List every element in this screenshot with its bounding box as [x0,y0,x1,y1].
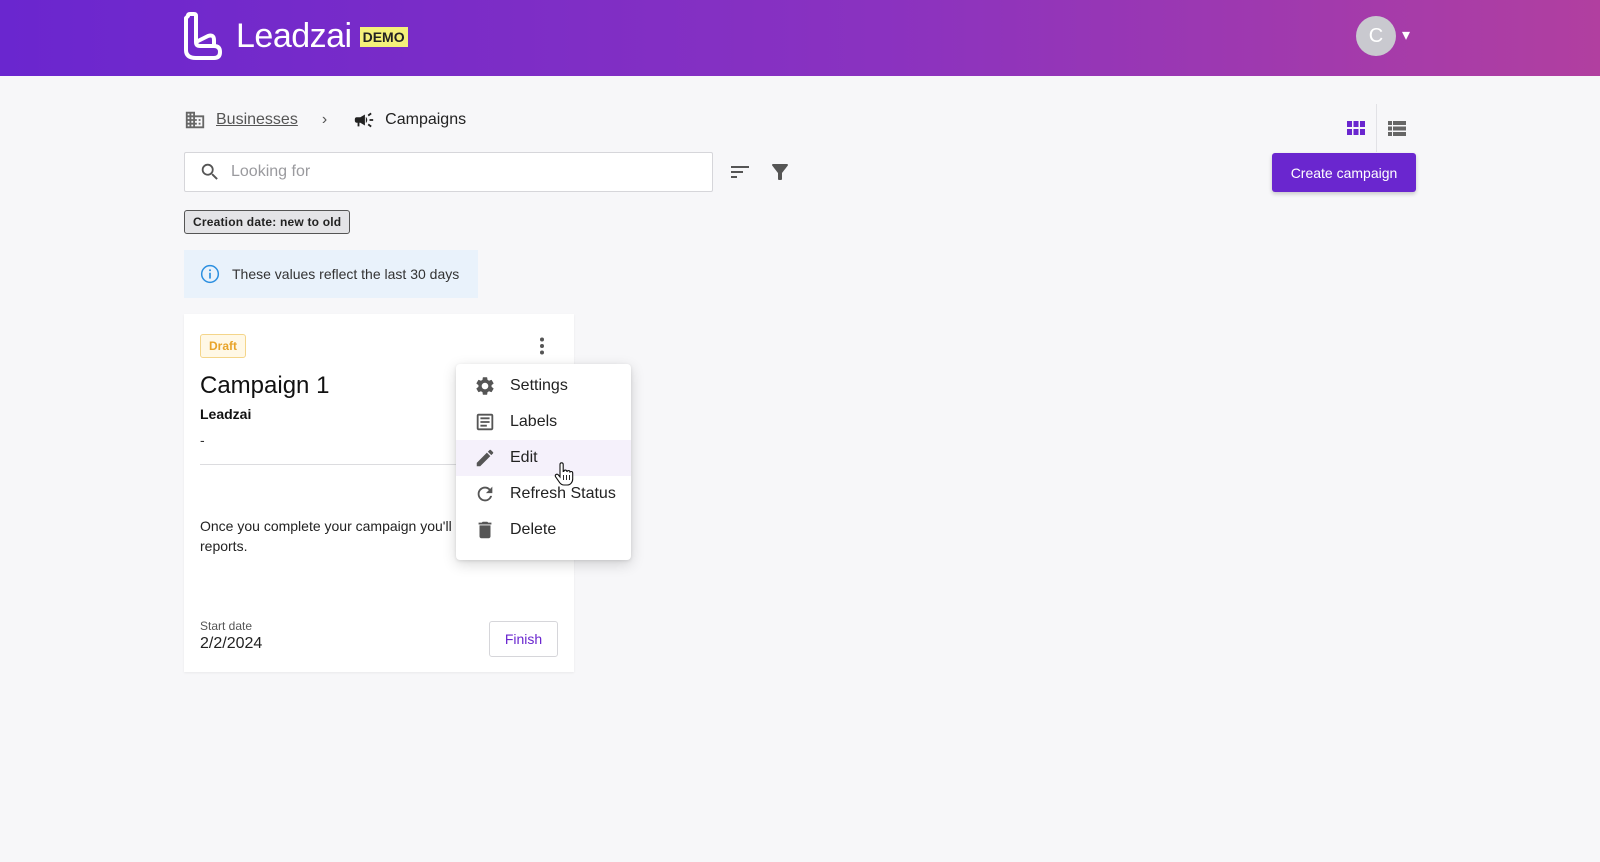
campaign-business: Leadzai [200,406,252,422]
sort-icon [731,166,749,178]
campaign-options-menu: Settings Labels Edit Refresh Status Dele… [456,364,631,560]
sort-button[interactable] [728,160,752,184]
filter-button[interactable] [768,160,792,184]
info-icon [200,264,220,284]
avatar-caret-icon[interactable]: ▾ [1402,25,1410,45]
finish-button[interactable]: Finish [489,621,558,657]
breadcrumb: Businesses › Campaigns [184,106,466,134]
building-icon [185,111,205,129]
filter-icon [772,164,788,180]
grid-view-button[interactable] [1336,112,1376,144]
start-date-label: Start date [200,619,253,633]
trash-icon [478,521,492,539]
menu-item-delete[interactable]: Delete [456,512,631,548]
menu-label-refresh-status: Refresh Status [510,485,616,502]
user-avatar[interactable]: C [1356,16,1396,56]
menu-item-settings[interactable]: Settings [456,368,631,404]
megaphone-icon [354,112,374,128]
list-icon [1388,121,1406,136]
start-date-value: 2/2/2024 [200,635,263,652]
document-icon [476,413,494,431]
list-view-button[interactable] [1377,112,1417,144]
info-text: These values reflect the last 30 days [232,266,460,282]
search-box[interactable] [184,152,713,192]
menu-label-delete: Delete [510,521,557,538]
leadzai-logo-mark [184,12,222,60]
refresh-icon [477,486,493,502]
brand-name: Leadzai [236,16,352,55]
menu-label-labels: Labels [510,413,558,430]
status-badge: Draft [200,334,247,358]
hand-cursor-icon [554,462,574,486]
pencil-icon [476,449,494,467]
breadcrumb-current: Campaigns [385,111,467,128]
more-options-button[interactable] [530,334,554,358]
sort-chip[interactable]: Creation date: new to old [184,210,351,234]
menu-item-refresh-status[interactable]: Refresh Status [456,476,631,512]
breadcrumb-businesses-link[interactable]: Businesses [216,111,298,129]
demo-badge: DEMO [359,27,408,47]
kebab-icon [540,337,544,355]
grid-icon [1347,121,1365,135]
campaign-detail: - [200,432,205,448]
breadcrumb-separator: › [321,111,328,128]
create-campaign-button[interactable]: Create campaign [1272,153,1416,192]
gear-icon [476,377,494,395]
search-icon [201,163,218,180]
leadzai-logo[interactable]: Leadzai DEMO [182,12,408,60]
search-input[interactable] [231,163,691,181]
menu-label-edit: Edit [510,449,538,466]
top-header: Leadzai DEMO C ▾ [0,0,1600,76]
view-toggle [1336,104,1417,152]
menu-item-labels[interactable]: Labels [456,404,631,440]
campaign-title: Campaign 1 [200,372,330,399]
menu-label-settings: Settings [510,377,568,394]
menu-item-edit[interactable]: Edit [456,440,631,476]
info-banner: These values reflect the last 30 days [184,250,478,298]
